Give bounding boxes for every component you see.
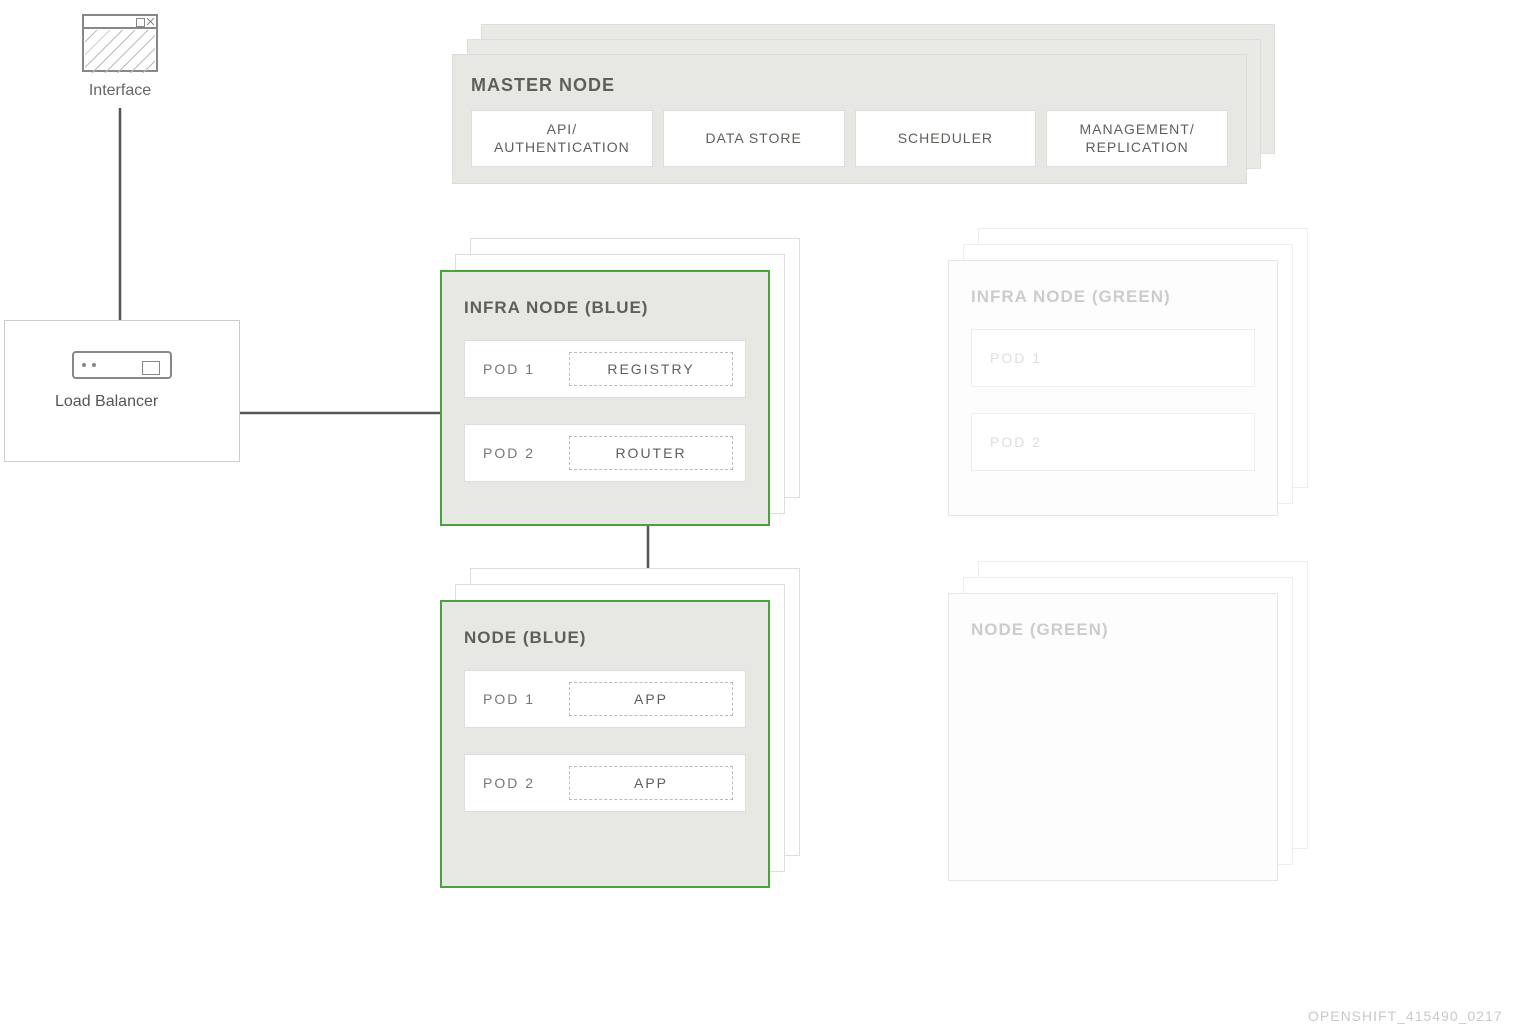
infra-node-blue-title: INFRA NODE (BLUE) bbox=[464, 298, 746, 318]
master-node-title: MASTER NODE bbox=[471, 75, 1228, 96]
node-blue-title: NODE (BLUE) bbox=[464, 628, 746, 648]
master-item-datastore: DATA STORE bbox=[663, 110, 845, 167]
pod-content-app: APP bbox=[569, 682, 733, 716]
pod-content-app: APP bbox=[569, 766, 733, 800]
pod-label: POD 1 bbox=[990, 350, 1042, 366]
pod-row: POD 2 bbox=[971, 413, 1255, 471]
pod-row: POD 1 APP bbox=[464, 670, 746, 728]
infra-node-green-box: INFRA NODE (GREEN) POD 1 POD 2 bbox=[948, 260, 1278, 516]
infra-node-blue-box: INFRA NODE (BLUE) POD 1 REGISTRY POD 2 R… bbox=[440, 270, 770, 526]
node-green-box: NODE (GREEN) bbox=[948, 593, 1278, 881]
load-balancer-label: Load Balancer bbox=[5, 393, 239, 411]
diagram-id: OPENSHIFT_415490_0217 bbox=[1308, 1008, 1503, 1024]
master-item-mgmt: MANAGEMENT/ REPLICATION bbox=[1046, 110, 1228, 167]
interface-icon bbox=[82, 14, 158, 72]
pod-row: POD 2 APP bbox=[464, 754, 746, 812]
pod-label: POD 2 bbox=[483, 775, 569, 791]
pod-row: POD 2 ROUTER bbox=[464, 424, 746, 482]
pod-label: POD 2 bbox=[483, 445, 569, 461]
pod-label: POD 1 bbox=[483, 691, 569, 707]
node-blue-box: NODE (BLUE) POD 1 APP POD 2 APP bbox=[440, 600, 770, 888]
pod-label: POD 1 bbox=[483, 361, 569, 377]
infra-node-green-title: INFRA NODE (GREEN) bbox=[971, 287, 1255, 307]
master-node-box: MASTER NODE API/ AUTHENTICATION DATA STO… bbox=[452, 54, 1247, 184]
pod-content-router: ROUTER bbox=[569, 436, 733, 470]
interface-label: Interface bbox=[82, 82, 158, 100]
pod-content-registry: REGISTRY bbox=[569, 352, 733, 386]
node-green-title: NODE (GREEN) bbox=[971, 620, 1255, 640]
load-balancer-icon bbox=[72, 351, 172, 379]
pod-row: POD 1 bbox=[971, 329, 1255, 387]
master-item-api: API/ AUTHENTICATION bbox=[471, 110, 653, 167]
master-item-scheduler: SCHEDULER bbox=[855, 110, 1037, 167]
pod-row: POD 1 REGISTRY bbox=[464, 340, 746, 398]
load-balancer-box: Load Balancer bbox=[4, 320, 240, 462]
pod-label: POD 2 bbox=[990, 434, 1042, 450]
